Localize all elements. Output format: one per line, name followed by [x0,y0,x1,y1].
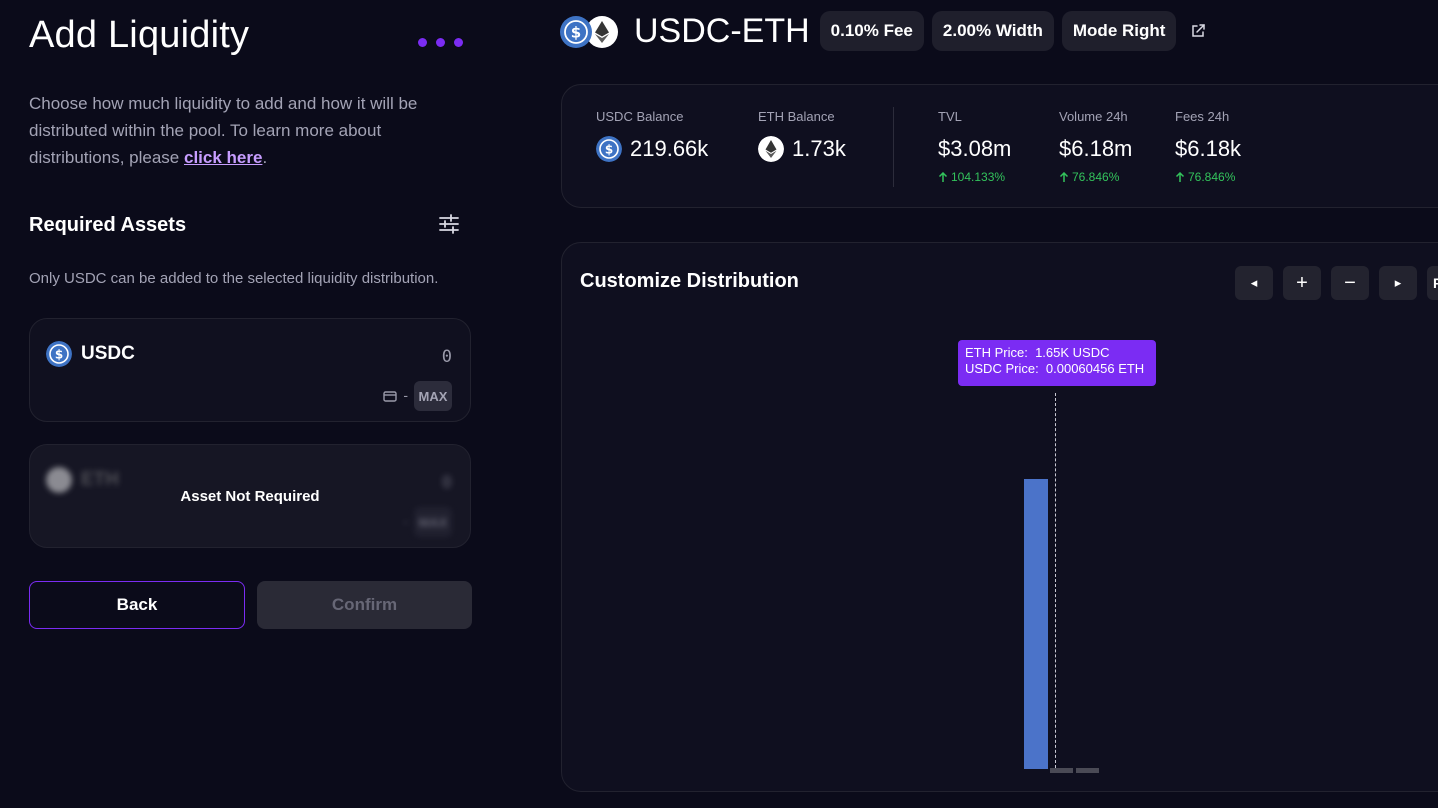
arrow-up-icon [938,171,948,182]
external-link-icon[interactable] [1190,23,1206,39]
tvl-label: TVL [938,109,962,124]
arrow-up-icon [1175,171,1185,182]
liquidity-bar-empty [1050,768,1073,773]
tvl-value: $3.08m [938,136,1012,161]
usdc-amount-card[interactable]: $ USDC 0 - MAX [29,318,471,422]
wallet-icon [383,391,397,402]
usdc-symbol: USDC [81,343,135,364]
svg-text:$: $ [55,348,63,362]
usdc-balance-value-row: $ 219.66k [596,136,708,162]
fees-stat: Fees 24h $6.18k 76.846% [1175,109,1241,184]
arrow-up-icon [1059,171,1069,182]
tooltip-usdc-price: USDC Price: 0.00060456 ETH [965,361,1145,376]
usdc-icon: $ [560,16,592,48]
learn-more-link[interactable]: click here [184,148,262,167]
distribution-card: Customize Distribution ◂ + − ▸ Re ETH Pr… [561,242,1438,792]
sliders-icon[interactable] [438,213,460,235]
liquidity-bar-empty [1076,768,1099,773]
eth-amount-card: ETH 0 - MAX Asset Not Required [29,444,471,548]
distribution-title: Customize Distribution [580,270,799,292]
tvl-change: 104.133% [938,170,1011,184]
tvl-stat: TVL $3.08m 104.133% [938,109,1011,184]
eth-balance-value: 1.73k [792,136,846,161]
eth-icon [758,136,784,162]
pair-icons: $ [560,14,622,48]
usdc-icon: $ [46,341,72,367]
pool-header: $ USDC-ETH 0.10% Fee 2.00% Width Mode Ri… [560,10,1206,52]
page-title: Add Liquidity [29,14,250,56]
caret-right-icon: ▸ [1394,275,1402,290]
usdc-balance-label: USDC Balance [596,109,684,124]
usdc-amount-input[interactable]: 0 [442,347,452,367]
fees-change: 76.846% [1175,170,1241,184]
pan-right-button[interactable]: ▸ [1379,266,1417,300]
required-assets-note: Only USDC can be added to the selected l… [29,270,439,287]
usdc-max-button[interactable]: MAX [414,381,452,411]
usdc-wallet-balance: - [403,387,408,403]
volume-change: 76.846% [1059,170,1132,184]
volume-change-value: 76.846% [1072,170,1120,184]
pool-stats-card: USDC Balance $ 219.66k ETH Balance 1.73k… [561,84,1438,208]
fees-change-value: 76.846% [1188,170,1236,184]
chart-controls: ◂ + − ▸ Re [1235,266,1438,300]
zoom-in-button[interactable]: + [1283,266,1321,300]
tooltip-eth-price: ETH Price: 1.65K USDC [965,345,1110,360]
svg-text:$: $ [571,24,581,42]
required-assets-title: Required Assets [29,214,187,236]
caret-left-icon: ◂ [1250,275,1258,290]
intro-end: . [262,148,268,167]
mode-chip: Mode Right [1061,11,1177,51]
stats-divider [893,107,894,187]
eth-balance-value-row: 1.73k [758,136,846,162]
ellipsis-icon[interactable] [418,38,463,47]
usdc-balance-stat: USDC Balance $ 219.66k [596,109,708,162]
fees-label: Fees 24h [1175,109,1230,124]
confirm-button[interactable]: Confirm [257,581,472,629]
usdc-balance-value: 219.66k [630,136,709,161]
eth-balance-stat: ETH Balance 1.73k [758,109,846,162]
reset-button[interactable]: Re [1427,266,1438,300]
eth-max-button: MAX [414,507,452,537]
pool-name: USDC-ETH [634,11,810,50]
back-button[interactable]: Back [29,581,245,629]
zoom-out-button[interactable]: − [1331,266,1369,300]
eth-wallet-balance: - [403,513,408,529]
svg-text:$: $ [605,143,613,157]
current-price-line [1055,393,1056,773]
price-tooltip: ETH Price: 1.65K USDC USDC Price: 0.0006… [958,340,1156,386]
fee-chip: 0.10% Fee [819,11,924,51]
volume-value: $6.18m [1059,136,1133,161]
eth-balance-label: ETH Balance [758,109,835,124]
usdc-icon: $ [596,136,622,162]
intro-text: Choose how much liquidity to add and how… [29,90,449,171]
tvl-change-value: 104.133% [951,170,1006,184]
volume-label: Volume 24h [1059,109,1128,124]
liquidity-bar[interactable] [1024,479,1048,769]
width-chip: 2.00% Width [931,11,1054,51]
pan-left-button[interactable]: ◂ [1235,266,1273,300]
add-liquidity-panel: Add Liquidity Choose how much liquidity … [0,0,500,808]
volume-stat: Volume 24h $6.18m 76.846% [1059,109,1132,184]
fees-value: $6.18k [1175,136,1242,161]
asset-not-required-label: Asset Not Required [180,488,320,505]
